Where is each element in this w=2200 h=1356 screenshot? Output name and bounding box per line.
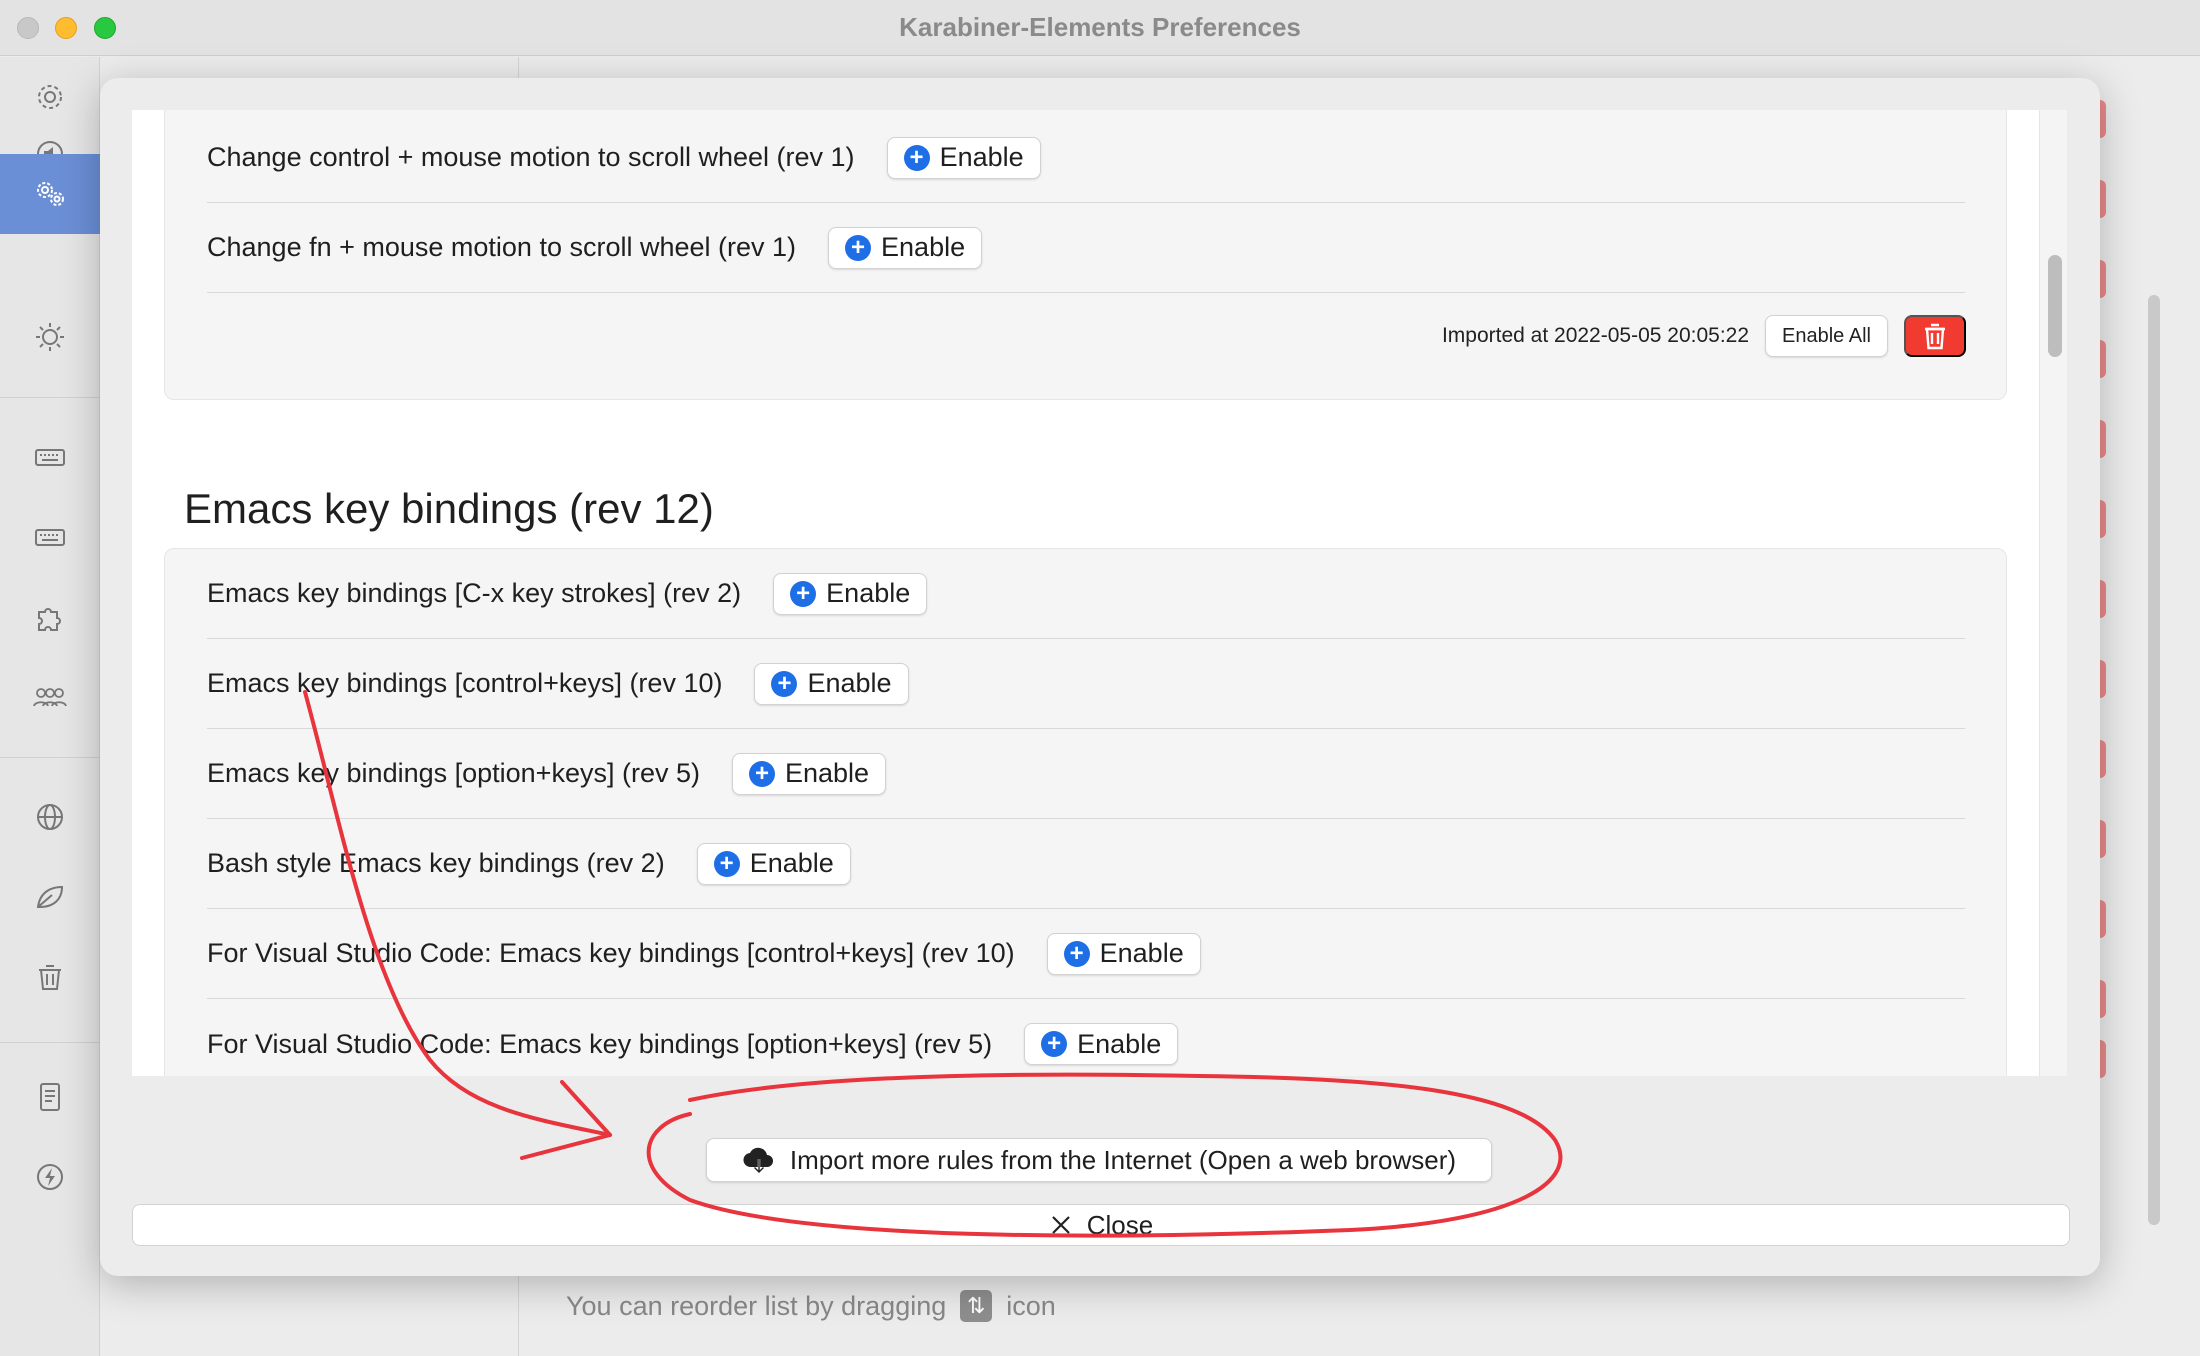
cloud-download-icon: [743, 1147, 773, 1175]
enable-button[interactable]: + Enable: [1024, 1023, 1179, 1065]
delete-button[interactable]: [1904, 315, 1966, 357]
sidebar-item-profiles[interactable]: [0, 657, 100, 737]
enable-button-label: Enable: [939, 142, 1024, 172]
sidebar-item-function-keys[interactable]: [0, 297, 100, 377]
brightness-icon: [36, 323, 64, 351]
keyboard-icon: [35, 449, 65, 466]
rules-scroll-area[interactable]: Change control + mouse motion to scroll …: [132, 110, 2067, 1076]
trash-icon: [1925, 323, 1945, 350]
list-item: Bash style Emacs key bindings (rev 2) + …: [207, 819, 1965, 909]
enable-button[interactable]: + Enable: [754, 662, 909, 705]
rule-group: Emacs key bindings [C-x key strokes] (re…: [164, 548, 2007, 1076]
enable-button-label: Enable: [1077, 1028, 1162, 1059]
scrollbar-thumb[interactable]: [2048, 255, 2062, 357]
app-window: Karabiner-Elements Preferences You can r…: [0, 0, 2200, 1356]
reorder-hint-suffix: icon: [1006, 1290, 1056, 1321]
rule-label: Change fn + mouse motion to scroll wheel…: [207, 232, 797, 262]
list-item: Change control + mouse motion to scroll …: [207, 113, 1965, 203]
plus-icon: +: [713, 850, 740, 877]
rule-label: Emacs key bindings [C-x key strokes] (re…: [207, 578, 742, 608]
enable-button-label: Enable: [784, 758, 870, 788]
enable-button-label: Enable: [826, 578, 911, 608]
rule-label: Change control + mouse motion to scroll …: [207, 142, 855, 172]
list-item: For Visual Studio Code: Emacs key bindin…: [207, 909, 1965, 999]
puzzle-icon: [38, 608, 61, 631]
rule-label: For Visual Studio Code: Emacs key bindin…: [207, 938, 1015, 968]
enable-button-label: Enable: [1099, 938, 1184, 968]
sidebar-item-update[interactable]: [0, 777, 100, 857]
list-item: Emacs key bindings [C-x key strokes] (re…: [207, 549, 1965, 639]
plus-icon: +: [845, 234, 872, 261]
plus-icon: +: [790, 580, 817, 607]
sidebar-item-devices[interactable]: [0, 417, 100, 497]
imported-row: Imported at 2022-05-05 20:05:22 Enable A…: [1442, 315, 1966, 357]
list-item: For Visual Studio Code: Emacs key bindin…: [207, 999, 1965, 1076]
reorder-hint-text: You can reorder list by dragging: [566, 1290, 947, 1321]
gear-icon: [38, 85, 62, 109]
background-scrollbar[interactable]: [2148, 295, 2160, 1225]
enable-button[interactable]: + Enable: [731, 752, 887, 795]
sidebar-item-pro[interactable]: [0, 1137, 100, 1217]
gears-icon: [37, 182, 64, 206]
keyboard-alt-icon: [35, 529, 65, 546]
rules-scrollbar[interactable]: [2039, 110, 2067, 1076]
sidebar: [0, 57, 100, 1356]
trash-icon: [39, 965, 61, 990]
enable-button[interactable]: + Enable: [773, 572, 928, 615]
globe-icon: [37, 804, 63, 830]
title-bar: Karabiner-Elements Preferences: [0, 0, 2200, 56]
import-rules-button[interactable]: Import more rules from the Internet (Ope…: [706, 1138, 1492, 1182]
enable-button-label: Enable: [749, 848, 834, 878]
plus-icon: +: [1041, 1031, 1068, 1057]
list-item: Emacs key bindings [control+keys] (rev 1…: [207, 639, 1965, 729]
rule-label: Emacs key bindings [option+keys] (rev 5): [207, 758, 700, 788]
leaf-icon: [36, 885, 64, 908]
enable-button[interactable]: + Enable: [886, 136, 1041, 179]
enable-button-label: Enable: [807, 668, 892, 698]
imported-timestamp: Imported at 2022-05-05 20:05:22: [1441, 324, 1750, 347]
enable-button[interactable]: + Enable: [1046, 932, 1201, 975]
sidebar-item-virtual-keyboard[interactable]: [0, 497, 100, 577]
close-button[interactable]: Close: [132, 1204, 2070, 1246]
list-item: Change fn + mouse motion to scroll wheel…: [207, 203, 1965, 293]
reorder-hint: You can reorder list by dragging ⇅ icon: [566, 1290, 1056, 1322]
plus-icon: +: [1063, 940, 1090, 967]
list-item: Emacs key bindings [option+keys] (rev 5)…: [207, 729, 1965, 819]
bolt-icon: [37, 1164, 63, 1190]
sidebar-item-uninstall[interactable]: [0, 937, 100, 1017]
sidebar-item-misc[interactable]: [0, 577, 100, 657]
enable-button-label: Enable: [881, 232, 966, 262]
enable-button[interactable]: + Enable: [696, 842, 851, 885]
close-icon: [1051, 1216, 1070, 1234]
enable-button[interactable]: + Enable: [828, 226, 983, 269]
sidebar-item-log[interactable]: [0, 1057, 100, 1137]
close-label: Close: [1086, 1209, 1154, 1240]
plus-icon: +: [771, 670, 798, 697]
import-rules-label: Import more rules from the Internet (Ope…: [789, 1144, 1457, 1175]
log-icon: [40, 1083, 60, 1111]
section-title: Emacs key bindings (rev 12): [184, 485, 714, 532]
reorder-icon: ⇅: [960, 1290, 993, 1322]
sidebar-item-complex-modifications[interactable]: [0, 154, 100, 234]
rule-label: Bash style Emacs key bindings (rev 2): [207, 848, 665, 878]
rule-label: For Visual Studio Code: Emacs key bindin…: [207, 1028, 993, 1059]
people-icon: [33, 688, 67, 707]
rule-label: Emacs key bindings [control+keys] (rev 1…: [207, 668, 723, 698]
enable-all-button[interactable]: Enable All: [1765, 315, 1888, 357]
sidebar-item-misc-leaf[interactable]: [0, 857, 100, 937]
window-title: Karabiner-Elements Preferences: [899, 12, 1301, 42]
plus-icon: +: [748, 760, 775, 787]
rules-sheet: Change control + mouse motion to scroll …: [100, 78, 2100, 1276]
plus-icon: +: [903, 144, 930, 171]
rule-group: Change control + mouse motion to scroll …: [164, 110, 2007, 400]
